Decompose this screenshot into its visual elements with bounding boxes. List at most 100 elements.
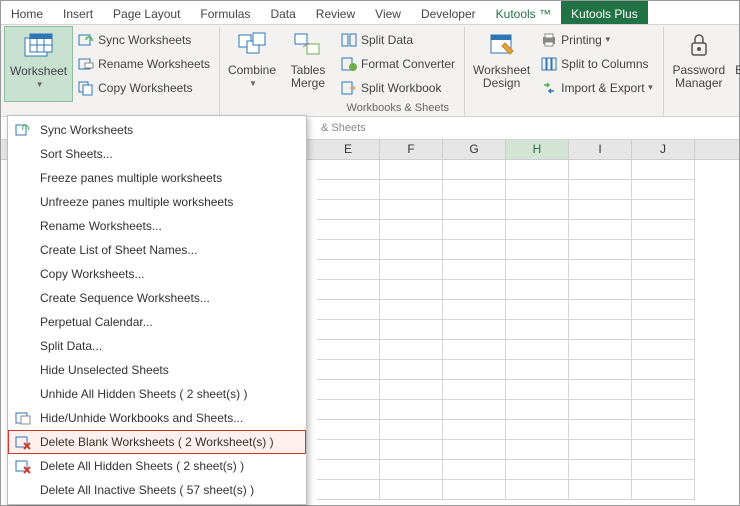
split-wb-label: Split Workbook [361, 80, 441, 96]
menu-item-1[interactable]: Sort Sheets... [8, 142, 306, 166]
rename-worksheets-button[interactable]: Rename Worksheets [75, 54, 213, 74]
chevron-down-icon: ▼ [647, 80, 655, 96]
menu-item-6[interactable]: Copy Worksheets... [8, 262, 306, 286]
format-converter-button[interactable]: Format Converter [338, 54, 458, 74]
ribbon-tabs: Home Insert Page Layout Formulas Data Re… [1, 1, 739, 25]
printing-label: Printing [561, 32, 602, 48]
blank-icon [14, 362, 32, 378]
menu-item-8[interactable]: Perpetual Calendar... [8, 310, 306, 334]
split-workbook-icon [341, 80, 357, 96]
del-icon [14, 458, 32, 474]
split-cols-label: Split to Columns [561, 56, 648, 72]
menu-item-4[interactable]: Rename Worksheets... [8, 214, 306, 238]
menu-item-0[interactable]: Sync Worksheets [8, 118, 306, 142]
tab-kutools-plus[interactable]: Kutools Plus [561, 1, 648, 24]
menu-item-5[interactable]: Create List of Sheet Names... [8, 238, 306, 262]
menu-item-12[interactable]: Hide/Unhide Workbooks and Sheets... [8, 406, 306, 430]
menu-item-label: Delete Blank Worksheets ( 2 Worksheet(s)… [40, 435, 274, 449]
tab-page-layout[interactable]: Page Layout [103, 1, 190, 24]
encrypt-label: Encrypt Cells [735, 64, 740, 90]
copy-worksheets-button[interactable]: Copy Worksheets [75, 78, 213, 98]
split-to-columns-button[interactable]: Split to Columns [538, 54, 657, 74]
printer-icon [541, 32, 557, 48]
col-header-E[interactable]: E [317, 140, 380, 159]
del-icon [14, 434, 32, 450]
blank-icon [14, 290, 32, 306]
menu-item-2[interactable]: Freeze panes multiple worksheets [8, 166, 306, 190]
menu-item-14[interactable]: Delete All Hidden Sheets ( 2 sheet(s) ) [8, 454, 306, 478]
tab-view[interactable]: View [365, 1, 411, 24]
menu-item-15[interactable]: Delete All Inactive Sheets ( 57 sheet(s)… [8, 478, 306, 502]
hide-icon [14, 410, 32, 426]
menu-item-label: Sort Sheets... [40, 147, 113, 161]
chevron-down-icon: ▼ [604, 32, 612, 48]
import-export-button[interactable]: Import & Export▼ [538, 78, 657, 98]
worksheet-button[interactable]: Worksheet ▼ [4, 26, 73, 102]
copy-label: Copy Worksheets [98, 80, 192, 96]
tab-developer[interactable]: Developer [411, 1, 486, 24]
worksheet-design-button[interactable]: Worksheet Design [468, 27, 535, 101]
menu-item-3[interactable]: Unfreeze panes multiple worksheets [8, 190, 306, 214]
format-converter-icon [341, 56, 357, 72]
tab-kutools[interactable]: Kutools ™ [486, 1, 561, 24]
blank-icon [14, 242, 32, 258]
tab-review[interactable]: Review [306, 1, 365, 24]
blank-icon [14, 146, 32, 162]
sync-worksheets-button[interactable]: Sync Worksheets [75, 30, 213, 50]
tab-formulas[interactable]: Formulas [190, 1, 260, 24]
password-manager-button[interactable]: Password Manager [667, 27, 730, 101]
worksheet-icon [23, 30, 55, 62]
col-header-I[interactable]: I [569, 140, 632, 159]
combine-button[interactable]: Combine ▼ [223, 27, 281, 101]
col-header-F[interactable]: F [380, 140, 443, 159]
col-header-G[interactable]: G [443, 140, 506, 159]
menu-item-label: Hide Unselected Sheets [40, 363, 169, 377]
split-data-icon [341, 32, 357, 48]
group-label-fragment: & Sheets [321, 122, 366, 134]
combine-icon [236, 29, 268, 61]
menu-item-label: Hide/Unhide Workbooks and Sheets... [40, 411, 243, 425]
col-header-J[interactable]: J [632, 140, 695, 159]
blank-icon [14, 386, 32, 402]
tab-home[interactable]: Home [1, 1, 53, 24]
menu-item-label: Perpetual Calendar... [40, 315, 153, 329]
tab-data[interactable]: Data [260, 1, 305, 24]
menu-item-label: Delete All Hidden Sheets ( 2 sheet(s) ) [40, 459, 244, 473]
pw-manager-label: Password Manager [672, 64, 725, 90]
menu-item-label: Sync Worksheets [40, 123, 133, 137]
tables-merge-icon [292, 29, 324, 61]
printing-button[interactable]: Printing▼ [538, 30, 657, 50]
worksheet-dropdown-menu: Sync Worksheets Sort Sheets... Freeze pane… [7, 115, 307, 505]
split-data-label: Split Data [361, 32, 413, 48]
chevron-down-icon: ▼ [36, 78, 44, 91]
col-header-H[interactable]: H [506, 140, 569, 159]
menu-item-11[interactable]: Unhide All Hidden Sheets ( 2 sheet(s) ) [8, 382, 306, 406]
menu-item-label: Copy Worksheets... [40, 267, 144, 281]
menu-item-label: Freeze panes multiple worksheets [40, 171, 222, 185]
import-export-icon [541, 80, 557, 96]
split-cols-icon [541, 56, 557, 72]
rename-label: Rename Worksheets [98, 56, 210, 72]
worksheet-design-icon [486, 29, 518, 61]
menu-item-10[interactable]: Hide Unselected Sheets [8, 358, 306, 382]
format-conv-label: Format Converter [361, 56, 455, 72]
blank-icon [14, 218, 32, 234]
split-data-button[interactable]: Split Data [338, 30, 458, 50]
menu-item-7[interactable]: Create Sequence Worksheets... [8, 286, 306, 310]
ribbon: Worksheet ▼ Sync Worksheets Rename Works… [1, 25, 739, 117]
ws-design-label: Worksheet Design [473, 64, 530, 90]
lock-icon [683, 29, 715, 61]
menu-item-9[interactable]: Split Data... [8, 334, 306, 358]
menu-item-13[interactable]: Delete Blank Worksheets ( 2 Worksheet(s)… [8, 430, 306, 454]
sync-icon [14, 122, 32, 138]
menu-item-label: Unhide All Hidden Sheets ( 2 sheet(s) ) [40, 387, 247, 401]
worksheet-label: Worksheet [10, 65, 67, 78]
tab-insert[interactable]: Insert [53, 1, 103, 24]
menu-item-label: Create Sequence Worksheets... [40, 291, 210, 305]
split-workbook-button[interactable]: Split Workbook [338, 78, 458, 98]
combine-label: Combine [228, 64, 276, 77]
tables-merge-label: Tables Merge [291, 64, 326, 90]
tables-merge-button[interactable]: Tables Merge [281, 27, 335, 101]
encrypt-cells-button[interactable]: ** Encrypt Cells [730, 27, 740, 101]
menu-item-label: Split Data... [40, 339, 102, 353]
